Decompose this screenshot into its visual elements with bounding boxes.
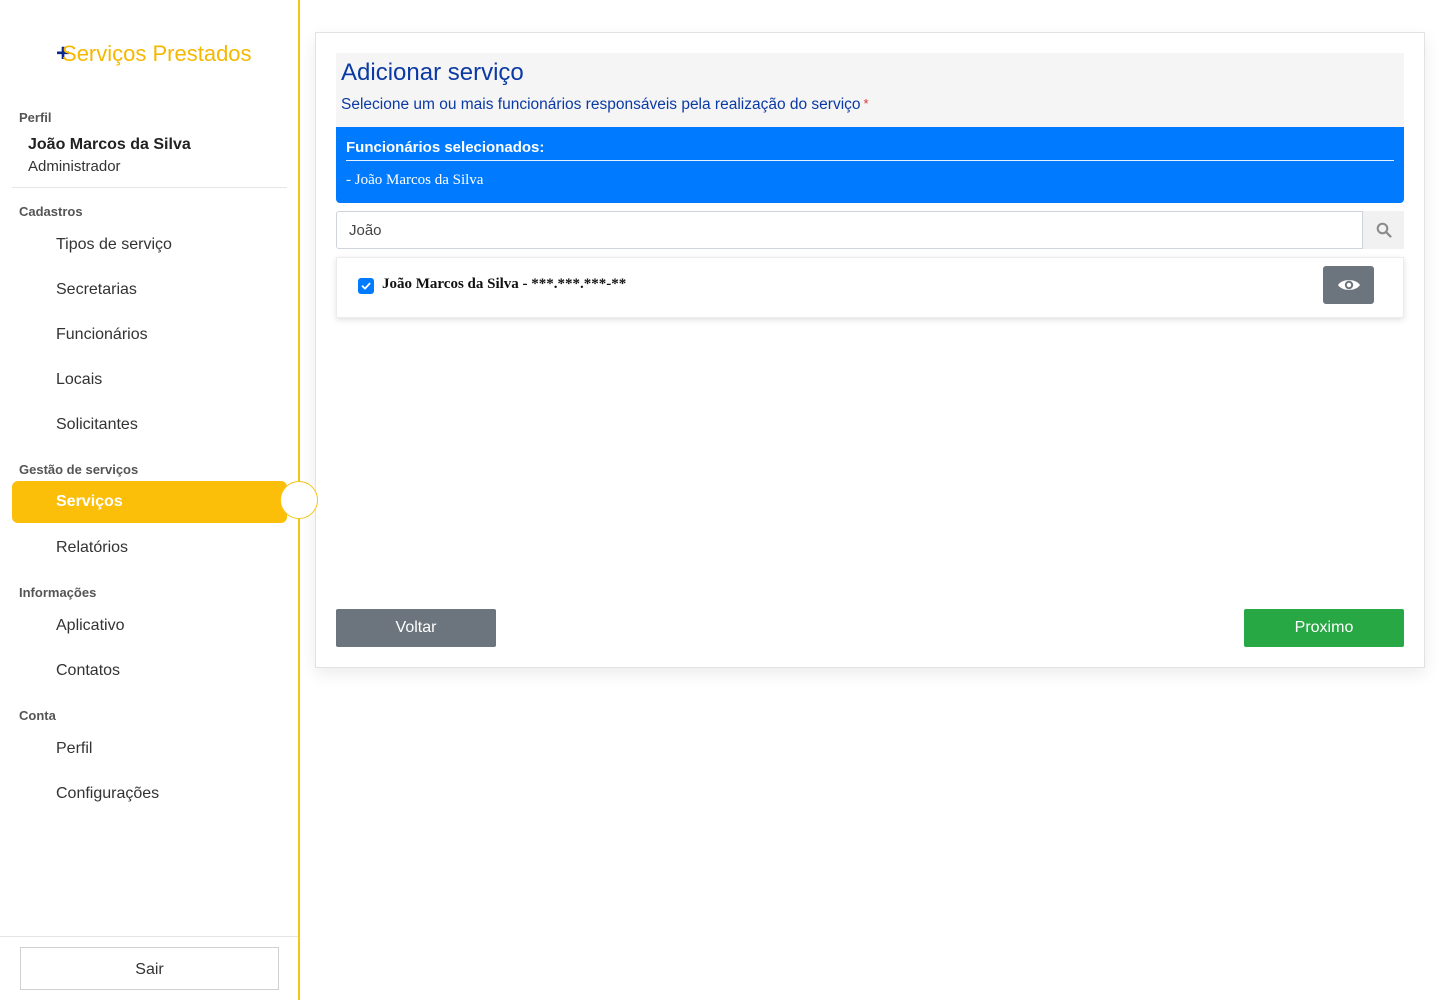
sidebar-item-aplicativo[interactable]: Aplicativo (12, 605, 287, 647)
selected-employee-item: - João Marcos da Silva (346, 172, 484, 188)
sidebar-item-solicitantes[interactable]: Solicitantes (12, 404, 287, 446)
employee-result-row[interactable]: João Marcos da Silva - ***.***.***-** (336, 257, 1404, 318)
back-button[interactable]: Voltar (336, 609, 496, 647)
page-title: Adicionar serviço (341, 59, 524, 86)
section-label-perfil: Perfil (19, 110, 52, 125)
sidebar: +Serviços Prestados Perfil João Marcos d… (0, 0, 300, 1000)
sidebar-item-perfil[interactable]: Perfil (12, 728, 287, 770)
sidebar-item-tipos-servico[interactable]: Tipos de serviço (12, 224, 287, 266)
view-employee-button[interactable] (1323, 266, 1374, 304)
active-indicator-knob (280, 481, 318, 519)
sidebar-item-contatos[interactable]: Contatos (12, 650, 287, 692)
selected-employees-panel: Funcionários selecionados: - João Marcos… (336, 127, 1404, 203)
employee-checkbox[interactable] (358, 278, 374, 294)
section-label-informacoes: Informações (19, 585, 97, 600)
card-header: Adicionar serviço Selecione um ou mais f… (336, 53, 1404, 127)
profile-role: Administrador (28, 158, 121, 175)
app-logo[interactable]: +Serviços Prestados (56, 40, 252, 68)
profile-divider (12, 187, 287, 188)
search-icon (1376, 222, 1392, 238)
add-service-card: Adicionar serviço Selecione um ou mais f… (315, 32, 1425, 668)
employee-result-label: João Marcos da Silva - ***.***.***-** (382, 276, 627, 292)
sidebar-item-locais[interactable]: Locais (12, 359, 287, 401)
section-label-gestao: Gestão de serviços (19, 462, 139, 477)
section-label-cadastros: Cadastros (19, 204, 83, 219)
next-button[interactable]: Proximo (1244, 609, 1404, 647)
employee-search-input[interactable] (336, 211, 1363, 249)
subtitle-text: Selecione um ou mais funcionários respon… (341, 96, 861, 113)
sidebar-item-servicos[interactable]: Serviços (12, 481, 287, 523)
eye-icon (1337, 280, 1360, 290)
page-subtitle: Selecione um ou mais funcionários respon… (341, 96, 869, 114)
profile-name: João Marcos da Silva (28, 136, 191, 153)
selected-employees-divider (346, 160, 1394, 161)
sidebar-bottom-divider (0, 936, 298, 937)
checkmark-icon (361, 282, 371, 290)
required-marker: * (863, 96, 869, 111)
sidebar-item-funcionarios[interactable]: Funcionários (12, 314, 287, 356)
section-label-conta: Conta (19, 708, 56, 723)
logo-text: Serviços Prestados (62, 41, 252, 66)
sidebar-item-secretarias[interactable]: Secretarias (12, 269, 287, 311)
selected-employees-title: Funcionários selecionados: (346, 139, 545, 156)
logout-button[interactable]: Sair (20, 947, 279, 990)
sidebar-item-relatorios[interactable]: Relatórios (12, 527, 287, 569)
search-button[interactable] (1363, 211, 1404, 249)
sidebar-item-configuracoes[interactable]: Configurações (12, 773, 287, 815)
